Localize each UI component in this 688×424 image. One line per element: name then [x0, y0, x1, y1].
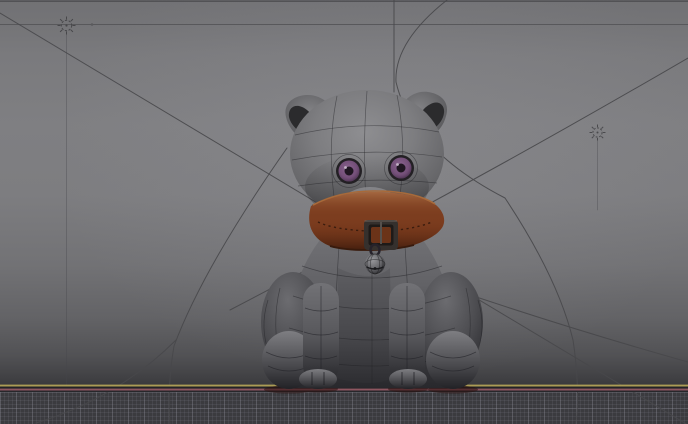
front-paw-right: [389, 369, 427, 389]
bell-hole: [374, 267, 377, 270]
guide-arc-left-bottom: [36, 340, 176, 423]
eye-highlight-left: [344, 166, 347, 169]
scene-overlay: [0, 0, 688, 424]
guide-arc-left: [169, 148, 287, 424]
buckle: [364, 220, 398, 250]
eye-highlight-right: [396, 163, 399, 166]
light-gizmo-left[interactable]: [58, 17, 76, 35]
workplane-edge-gap2: [0, 391, 688, 393]
eye-right: [388, 155, 414, 181]
horizon-dot: [91, 23, 94, 26]
workplane-edge-red: [0, 389, 688, 391]
gizmo-center-dot: [597, 132, 599, 134]
light-gizmo-right[interactable]: [590, 125, 606, 141]
hind-foot-right: [426, 331, 480, 389]
viewport[interactable]: [0, 0, 688, 424]
gizmo-center-dot: [65, 24, 67, 26]
eye-left: [336, 158, 362, 184]
guide-diagonal-right: [230, 58, 688, 310]
front-paw-left: [299, 369, 337, 389]
kitten-model[interactable]: [261, 90, 483, 389]
